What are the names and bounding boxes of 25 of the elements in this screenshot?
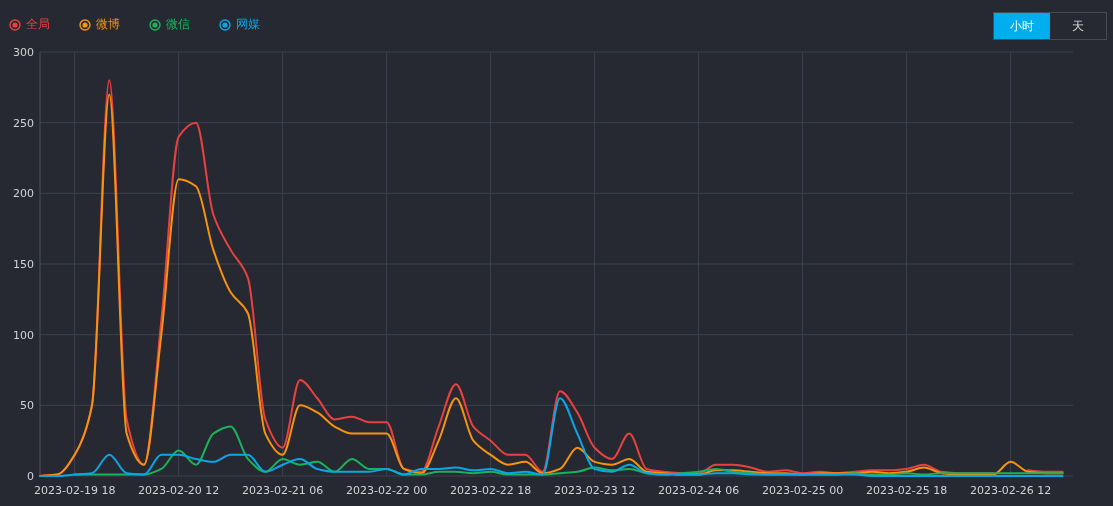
legend-item[interactable]: 网媒 <box>219 16 260 33</box>
legend-item[interactable]: 全局 <box>9 16 50 33</box>
x-axis-label: 2023-02-21 06 <box>241 484 324 497</box>
x-axis-label: 2023-02-22 00 <box>345 484 428 497</box>
x-axis-label: 2023-02-20 12 <box>137 484 220 497</box>
x-axis-label: 2023-02-19 18 <box>33 484 116 497</box>
legend-marker-icon <box>219 18 231 31</box>
legend-item[interactable]: 微博 <box>79 16 120 33</box>
x-axis-label: 2023-02-22 18 <box>449 484 532 497</box>
legend-marker-icon <box>79 18 91 31</box>
x-axis-label: 2023-02-25 18 <box>865 484 948 497</box>
legend-item[interactable]: 微信 <box>149 16 190 33</box>
x-axis-label: 2023-02-24 06 <box>657 484 740 497</box>
y-axis-label: 0 <box>27 470 34 483</box>
x-axis-label: 2023-02-25 00 <box>761 484 844 497</box>
y-axis-label: 50 <box>20 399 34 413</box>
y-axis-label: 150 <box>13 258 34 271</box>
x-axis-label: 2023-02-23 12 <box>553 484 636 497</box>
y-axis-label: 100 <box>13 328 34 342</box>
x-axis-label: 2023-02-26 12 <box>969 484 1052 497</box>
legend-marker-icon <box>149 18 161 31</box>
y-axis-label: 300 <box>13 46 34 59</box>
y-axis-label: 250 <box>13 116 34 130</box>
y-axis-label: 200 <box>13 187 34 201</box>
legend-marker-icon <box>9 18 21 31</box>
